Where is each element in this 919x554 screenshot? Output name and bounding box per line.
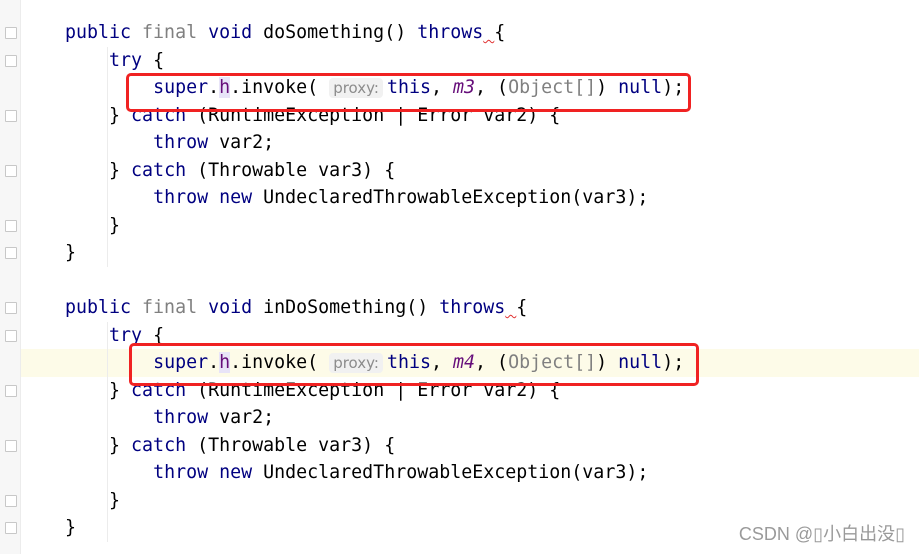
code-line[interactable]: public final void inDoSomething() throws… — [21, 294, 919, 322]
indent-guide — [107, 47, 108, 267]
code-text: } catch (Throwable var3) { — [65, 432, 395, 460]
annotation-box-m4 — [129, 343, 699, 386]
code-line[interactable]: throw var2; — [21, 404, 919, 432]
code-text: public final void doSomething() throws { — [65, 19, 505, 47]
code-token: doSomething() — [263, 22, 418, 43]
fold-marker-icon[interactable] — [5, 329, 17, 342]
code-token: catch — [131, 159, 198, 181]
code-token: (Throwable var3) { — [197, 434, 396, 456]
code-line[interactable]: } catch (Throwable var3) { — [21, 432, 919, 460]
code-token: var2; — [219, 132, 275, 153]
code-line[interactable]: public final void doSomething() throws { — [21, 19, 919, 47]
code-token: throw — [153, 132, 220, 153]
fold-marker-icon[interactable] — [5, 247, 17, 259]
code-token: void — [208, 297, 264, 318]
fold-marker-icon[interactable] — [5, 164, 17, 177]
code-token: final — [142, 297, 209, 318]
watermark: CSDN @▯小白出没▯ — [738, 524, 905, 544]
code-token: var2; — [219, 407, 275, 428]
code-line[interactable]: } — [21, 212, 919, 240]
code-token: { — [153, 49, 165, 71]
code-line[interactable]: } — [21, 239, 919, 267]
indent-guide — [107, 322, 108, 542]
code-line[interactable]: throw new UndeclaredThrowableException(v… — [21, 184, 919, 212]
code-token: } — [65, 517, 77, 538]
code-token: } — [65, 104, 132, 126]
code-line[interactable]: throw var2; — [21, 129, 919, 157]
code-token: } — [65, 242, 77, 263]
fold-marker-icon[interactable] — [5, 494, 17, 507]
code-token: { — [494, 22, 506, 43]
code-text: try { — [65, 47, 164, 75]
code-text: } — [65, 212, 120, 240]
code-token: throw new — [153, 462, 264, 483]
fold-marker-icon[interactable] — [5, 54, 17, 67]
code-line[interactable] — [21, 267, 919, 295]
fold-marker-icon[interactable] — [5, 219, 17, 232]
code-line[interactable]: } catch (Throwable var3) { — [21, 157, 919, 185]
fold-marker-icon[interactable] — [5, 109, 17, 122]
code-token: throw — [153, 407, 220, 428]
code-token: void — [208, 22, 264, 43]
fold-marker-icon[interactable] — [5, 439, 17, 452]
code-token: UndeclaredThrowableException(var3); — [263, 462, 649, 483]
code-token: inDoSomething() — [263, 297, 440, 318]
code-token: try — [109, 49, 154, 71]
code-token: } — [65, 159, 132, 181]
code-text: throw new UndeclaredThrowableException(v… — [65, 459, 648, 487]
annotation-box-m3 — [126, 73, 691, 112]
code-text: } — [65, 487, 120, 515]
fold-marker-icon[interactable] — [5, 522, 17, 534]
code-text: throw var2; — [65, 404, 274, 432]
code-line[interactable]: } — [21, 487, 919, 515]
code-token: { — [516, 297, 528, 318]
code-token: UndeclaredThrowableException(var3); — [263, 187, 649, 208]
code-text: } — [65, 239, 76, 267]
code-token: } — [65, 379, 132, 401]
code-token: public — [65, 22, 143, 43]
code-token: public — [65, 297, 143, 318]
code-token: final — [142, 22, 209, 43]
code-token: } — [65, 434, 132, 456]
code-text: public final void inDoSomething() throws… — [65, 294, 527, 322]
fold-marker-icon[interactable] — [5, 27, 17, 39]
code-token: } — [65, 214, 121, 236]
code-text: throw new UndeclaredThrowableException(v… — [65, 184, 648, 212]
code-text: } catch (Throwable var3) { — [65, 157, 395, 185]
code-token: throws — [439, 297, 506, 318]
code-token: throws — [417, 22, 484, 43]
fold-marker-icon[interactable] — [5, 302, 17, 314]
editor-gutter — [0, 0, 21, 554]
code-token: throw new — [153, 187, 264, 208]
code-text: } — [65, 514, 76, 542]
code-text: throw var2; — [65, 129, 274, 157]
code-token: (Throwable var3) { — [197, 159, 396, 181]
code-line[interactable]: try { — [21, 47, 919, 75]
fold-marker-icon[interactable] — [5, 384, 17, 397]
code-token: } — [65, 489, 121, 511]
code-line[interactable]: throw new UndeclaredThrowableException(v… — [21, 459, 919, 487]
code-token: catch — [131, 434, 198, 456]
